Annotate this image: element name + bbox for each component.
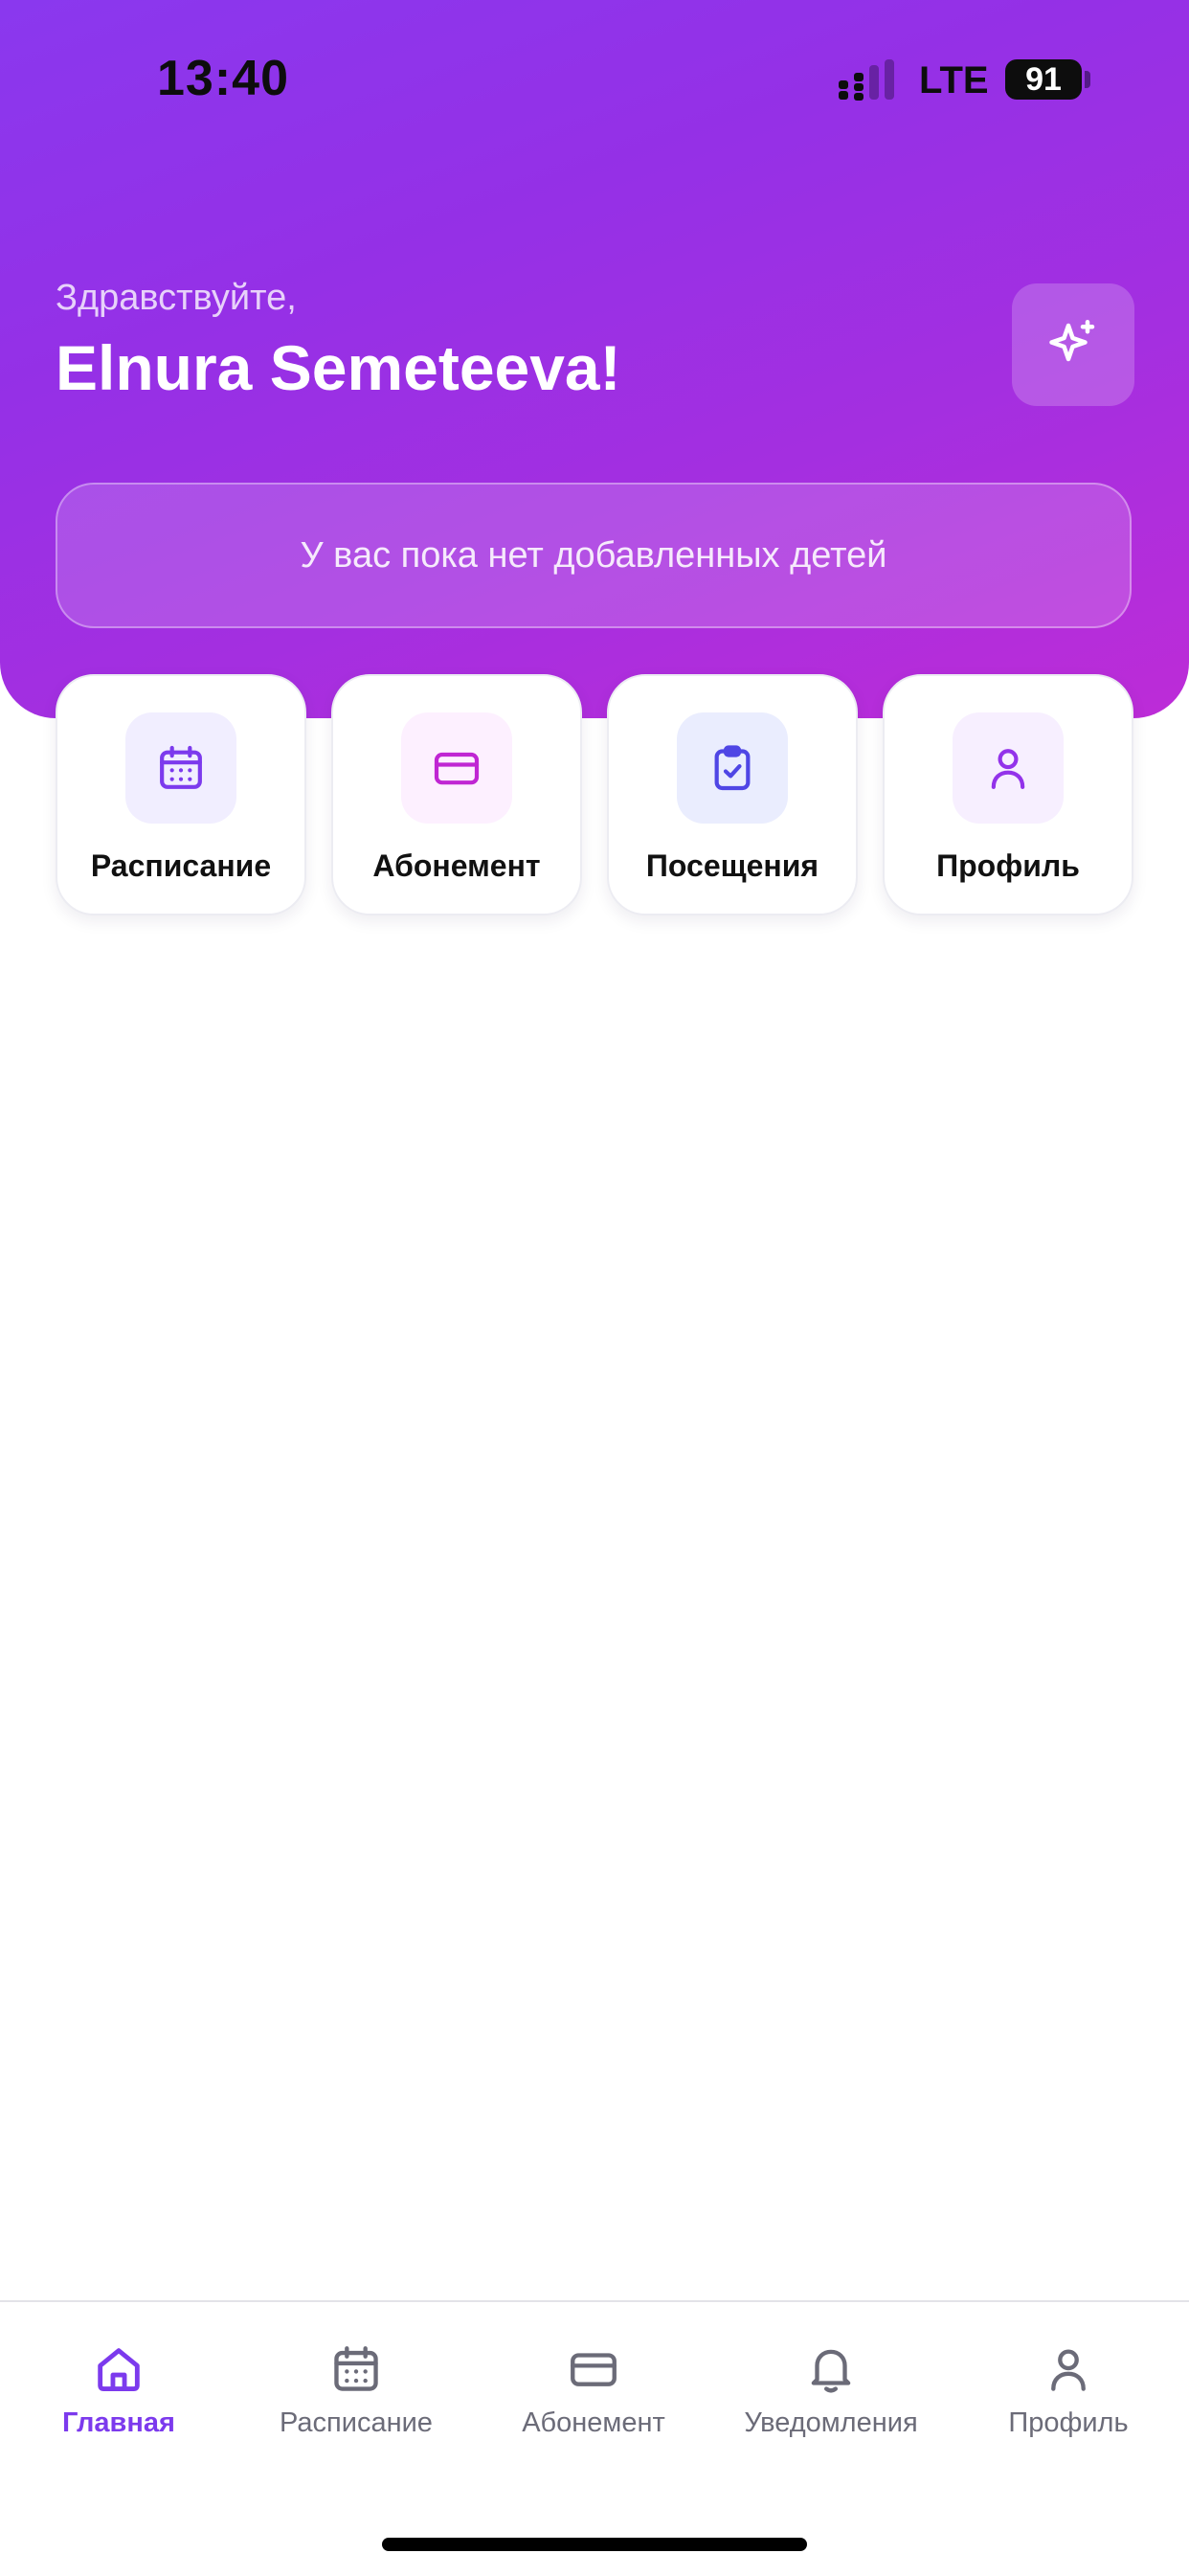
calendar-icon bbox=[334, 2346, 378, 2391]
quick-action-icon-tile bbox=[677, 712, 788, 824]
tab-label: Уведомления bbox=[744, 2407, 918, 2438]
clipboard-check-icon bbox=[714, 745, 751, 791]
cellular-signal-icon bbox=[839, 59, 894, 101]
quick-action-profile[interactable]: Профиль bbox=[883, 674, 1133, 915]
tab-label: Главная bbox=[62, 2407, 175, 2438]
battery-tip bbox=[1085, 71, 1090, 88]
home-indicator[interactable] bbox=[382, 2538, 807, 2551]
user-icon bbox=[991, 749, 1025, 789]
home-icon bbox=[98, 2348, 140, 2391]
no-children-notice[interactable]: У вас пока нет добавленных детей bbox=[56, 483, 1132, 628]
quick-action-schedule[interactable]: Расписание bbox=[56, 674, 306, 915]
user-name: Elnura Semeteeva! bbox=[56, 332, 621, 403]
tab-profile[interactable]: Профиль bbox=[950, 2340, 1187, 2455]
credit-card-icon bbox=[571, 2353, 617, 2386]
battery-indicator: 91 bbox=[1005, 59, 1082, 100]
ai-assistant-button[interactable] bbox=[1012, 283, 1134, 406]
bell-icon bbox=[811, 2349, 851, 2393]
quick-action-label: Посещения bbox=[645, 848, 819, 883]
user-icon bbox=[1051, 2349, 1086, 2391]
tab-label: Абонемент bbox=[522, 2407, 665, 2438]
tab-icon-wrap bbox=[327, 2340, 385, 2398]
calendar-icon bbox=[160, 745, 202, 789]
tab-icon-wrap bbox=[1040, 2340, 1097, 2398]
bottom-tab-bar: Главная Расписание Абонемент Уведомления… bbox=[0, 2300, 1189, 2576]
quick-actions: Расписание Абонемент Посещения Профиль bbox=[56, 674, 1133, 917]
tab-notifications[interactable]: Уведомления bbox=[712, 2340, 950, 2455]
tab-icon-wrap bbox=[802, 2340, 860, 2398]
credit-card-icon bbox=[434, 752, 480, 785]
quick-action-label: Расписание bbox=[90, 848, 272, 883]
quick-action-subscription[interactable]: Абонемент bbox=[331, 674, 582, 915]
quick-action-icon-tile bbox=[401, 712, 512, 824]
quick-action-icon-tile bbox=[953, 712, 1064, 824]
tab-label: Расписание bbox=[280, 2407, 433, 2438]
quick-action-icon-tile bbox=[125, 712, 236, 824]
quick-action-label: Абонемент bbox=[372, 848, 541, 883]
tab-icon-wrap bbox=[90, 2340, 147, 2398]
tab-home[interactable]: Главная bbox=[0, 2340, 237, 2455]
tab-subscription[interactable]: Абонемент bbox=[475, 2340, 712, 2455]
network-type: LTE bbox=[919, 59, 989, 102]
tab-schedule[interactable]: Расписание bbox=[237, 2340, 475, 2455]
status-bar: 13:40 LTE 91 bbox=[0, 0, 1189, 163]
greeting-text: Здравствуйте, bbox=[56, 278, 297, 318]
status-time: 13:40 bbox=[157, 51, 289, 106]
tab-icon-wrap bbox=[565, 2340, 622, 2398]
tab-label: Профиль bbox=[1008, 2407, 1129, 2438]
no-children-text: У вас пока нет добавленных детей bbox=[300, 534, 887, 576]
quick-action-label: Профиль bbox=[936, 848, 1080, 883]
quick-action-visits[interactable]: Посещения bbox=[607, 674, 858, 915]
sparkles-icon bbox=[1049, 320, 1095, 362]
